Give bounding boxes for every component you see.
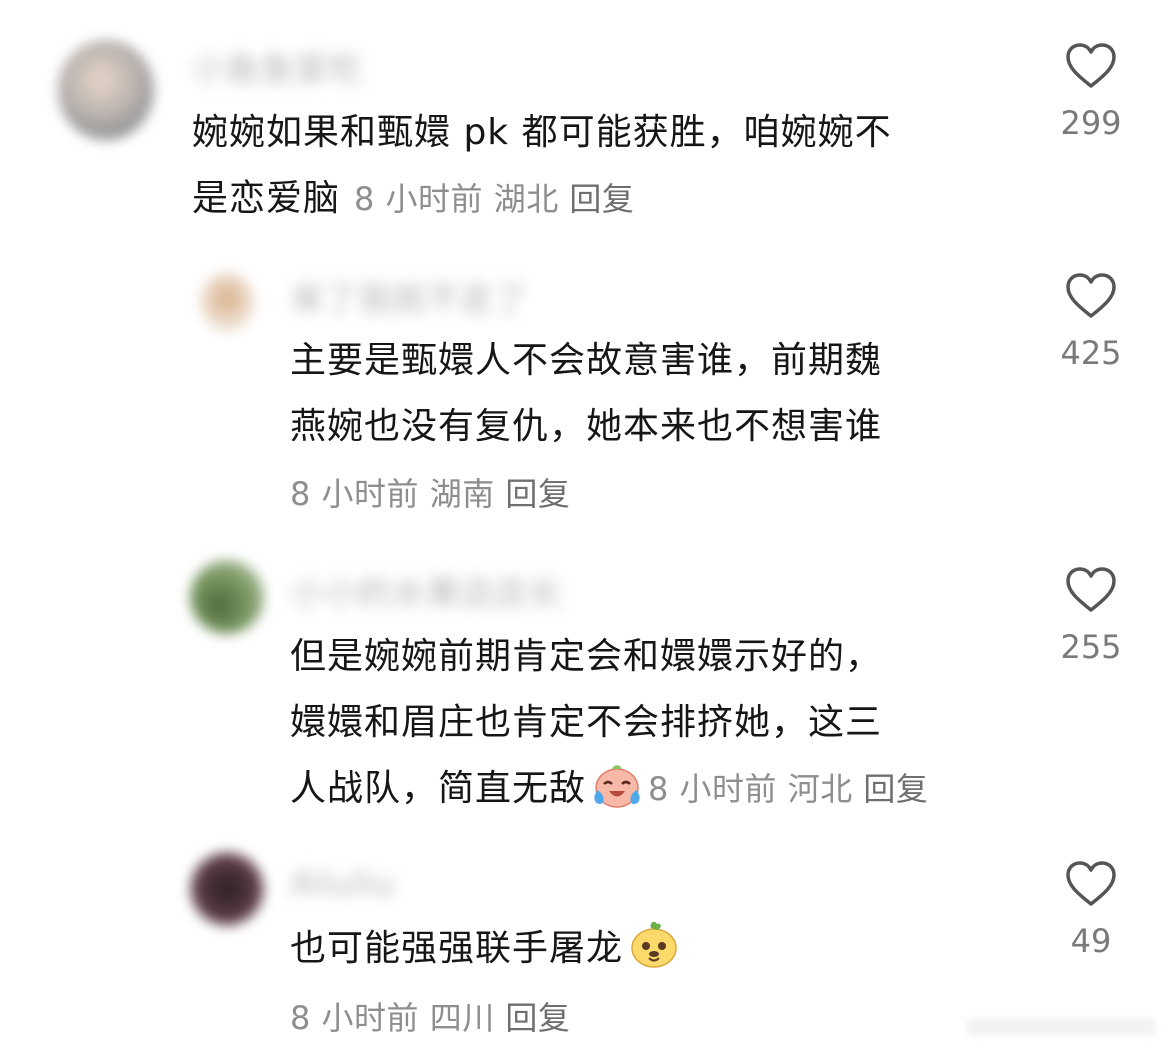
- like-count: 299: [1060, 104, 1122, 142]
- avatar[interactable]: [190, 852, 264, 926]
- heart-outline-icon: [1066, 43, 1116, 88]
- comment-text-line: 但是婉婉前期肯定会和嬛嬛示好的，: [290, 636, 883, 677]
- location: 四川: [429, 999, 495, 1037]
- comment-text-line: 人战队，简直无敌: [290, 768, 587, 809]
- username[interactable]: 来了我就不走了: [290, 272, 528, 321]
- username[interactable]: Aliuliu: [290, 864, 394, 904]
- timestamp: 8 小时前: [648, 770, 778, 808]
- location: 河北: [787, 770, 853, 808]
- like-count: 425: [1060, 334, 1122, 372]
- reply-button[interactable]: 回复: [505, 999, 570, 1037]
- like-button[interactable]: 425: [1051, 272, 1131, 372]
- timestamp: 8 小时前: [354, 180, 484, 218]
- username[interactable]: 小鱼鱼爱吃: [192, 42, 362, 91]
- crying-laughing-emoji: [590, 760, 644, 832]
- watermark: [966, 1012, 1156, 1042]
- comment-text-line: 是恋爱脑: [192, 178, 341, 219]
- comment-text: 但是婉婉前期肯定会和嬛嬛示好的， 嬛嬛和眉庄也肯定不会排挤她，这三 人战队，简直…: [290, 624, 1030, 832]
- like-count: 49: [1070, 922, 1112, 960]
- comment-text-line: 嬛嬛和眉庄也肯定不会排挤她，这三: [290, 702, 883, 743]
- doge-emoji: [627, 916, 681, 992]
- comment-meta: 8 小时前 湖南 回复: [290, 474, 570, 514]
- reply-button[interactable]: 回复: [569, 180, 634, 218]
- comment-text-line: 燕婉也没有复仇，她本来也不想害谁: [290, 406, 883, 447]
- like-button[interactable]: 299: [1051, 42, 1131, 142]
- comment-text: 主要是甄嬛人不会故意害谁，前期魏 燕婉也没有复仇，她本来也不想害谁: [290, 328, 1010, 460]
- location: 湖南: [429, 475, 495, 513]
- comment-text: 也可能强强联手屠龙: [290, 916, 1030, 992]
- comment-text: 婉婉如果和甄嬛 pk 都可能获胜，咱婉婉不 是恋爱脑 8 小时前 湖北 回复: [192, 100, 1012, 232]
- heart-outline-icon: [1066, 861, 1116, 906]
- comment-text-line: 也可能强强联手屠龙: [290, 928, 624, 969]
- timestamp: 8 小时前: [290, 999, 420, 1037]
- username[interactable]: 小小的水果店店长: [290, 566, 562, 615]
- location: 湖北: [493, 180, 559, 218]
- like-button[interactable]: 49: [1051, 860, 1131, 960]
- comment-text-line-with-meta: 是恋爱脑 8 小时前 湖北 回复: [192, 166, 1012, 232]
- reply-button[interactable]: 回复: [863, 770, 928, 808]
- heart-outline-icon: [1066, 567, 1116, 612]
- heart-outline-icon: [1066, 273, 1116, 318]
- reply-button[interactable]: 回复: [505, 475, 570, 513]
- avatar[interactable]: [190, 560, 264, 634]
- like-count: 255: [1060, 628, 1122, 666]
- like-button[interactable]: 255: [1051, 566, 1131, 666]
- timestamp: 8 小时前: [290, 475, 420, 513]
- avatar[interactable]: [58, 40, 154, 140]
- comment-text-line-with-meta: 人战队，简直无敌 8 小时前 河北 回复: [290, 756, 1030, 832]
- comment-text-line: 主要是甄嬛人不会故意害谁，前期魏: [290, 340, 883, 381]
- comment-meta: 8 小时前 四川 回复: [290, 998, 570, 1038]
- avatar[interactable]: [200, 272, 254, 332]
- comment-text-line: 婉婉如果和甄嬛 pk 都可能获胜，咱婉婉不: [192, 112, 892, 153]
